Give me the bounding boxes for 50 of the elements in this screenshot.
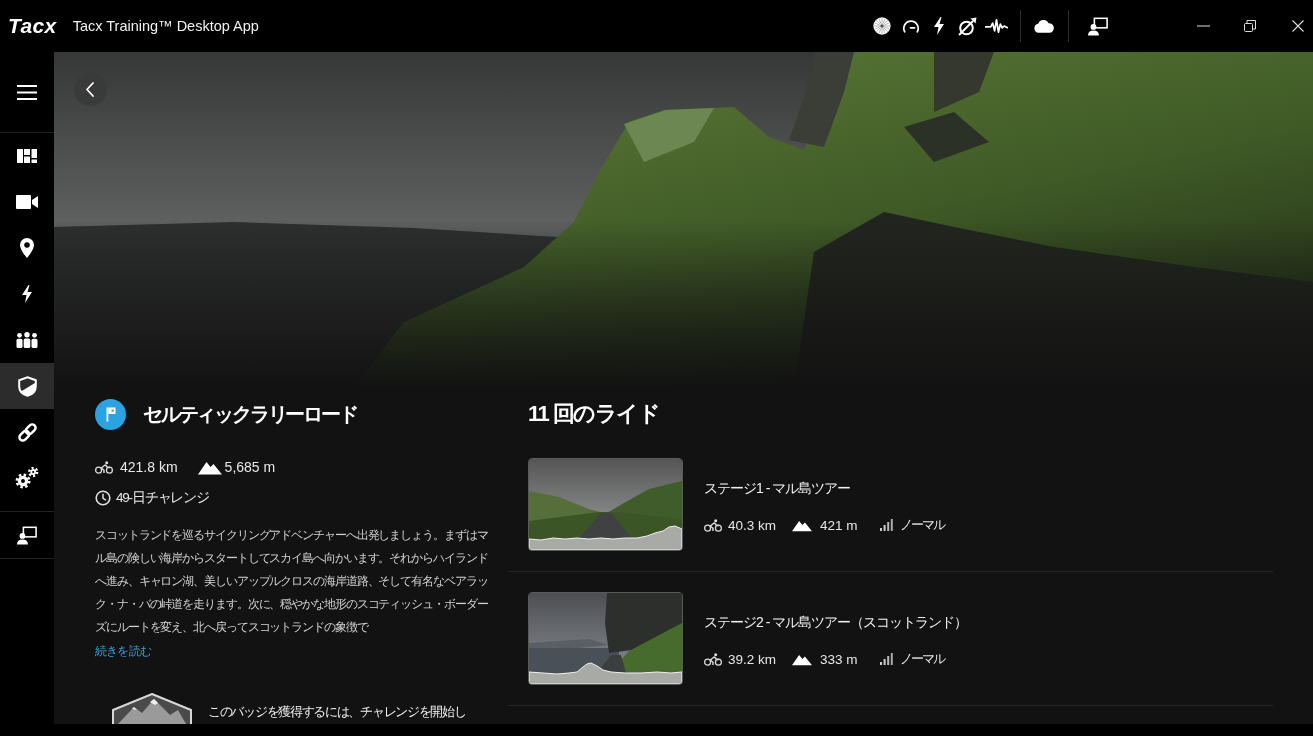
nav-item[interactable]: [0, 363, 54, 409]
read-more-link[interactable]: 続きを読む: [95, 641, 151, 661]
lightning-icon[interactable]: [933, 17, 945, 35]
cyclist-icon: [95, 460, 113, 474]
close-icon[interactable]: [1292, 20, 1304, 32]
difficulty-bars-icon: [879, 519, 893, 531]
hexagon-badge-icon: [112, 693, 192, 724]
ride-elevation: 421 m: [820, 517, 858, 533]
rides-heading: 11 回のライド: [528, 400, 660, 428]
menu-icon[interactable]: [17, 84, 37, 100]
chain-link-icon: [16, 421, 38, 443]
settings-icon: [15, 467, 39, 489]
mountain-icon: [197, 459, 222, 475]
ride-title[interactable]: ステージ1 - マル島ツアー: [704, 478, 851, 498]
cyclist-icon: [704, 518, 722, 532]
shield-icon: [17, 375, 37, 397]
group-icon: [16, 332, 38, 348]
lightning-icon: [21, 285, 33, 303]
flag-icon: [95, 398, 126, 430]
chevron-left-icon: [86, 82, 94, 97]
pulse-icon[interactable]: [985, 18, 1008, 34]
challenge-duration: 49-日チャレンジ: [116, 489, 209, 507]
restore-icon[interactable]: [1244, 20, 1256, 32]
circle-arrow-icon[interactable]: [957, 16, 977, 36]
cloud-icon[interactable]: [1034, 19, 1054, 33]
ride-difficulty: ノーマル: [899, 650, 944, 668]
badge-description: このバッジを獲得するには、チャレンジを開始し: [208, 703, 466, 721]
clock-icon: [95, 490, 111, 506]
cyclist-icon: [704, 652, 722, 666]
screen-person-icon[interactable]: [1088, 16, 1108, 36]
challenge-description: スコットランドを巡るサイクリングアドベンチャーへ出発しましょう。まずはマル島の険しい海岸からスタートしてスカイ島へ向かいます。それからハイランドへ進み、キャロン湖、美しいアップルクロスの海岸道路、そして有名なベアラック・ナ・バの峠道を走ります。次に、穏やかな地形のスコティッシュ・ボーダーズにルートを変え、北へ戻ってスコットランドの象徴で: [95, 527, 489, 636]
ride-distance: 39.2 km: [728, 651, 777, 667]
challenge-title: セルティックラリーロード: [143, 401, 357, 427]
challenge-distance: 421.8 km: [120, 459, 178, 475]
ride-title[interactable]: ステージ2 - マル島ツアー（スコットランド）: [704, 612, 968, 632]
video-camera-icon: [16, 195, 38, 209]
screen-person-icon: [17, 525, 37, 545]
ride-elevation: 333 m: [820, 651, 858, 667]
logo-text: Tacx: [8, 14, 57, 38]
gauge-icon[interactable]: [902, 18, 920, 34]
window-title: Tacx Training™ Desktop App: [72, 18, 259, 34]
ride-distance: 40.3 km: [728, 517, 777, 533]
challenge-elevation: 5,685 m: [224, 459, 276, 475]
sunburst-icon[interactable]: [873, 17, 891, 35]
mountain-icon: [792, 518, 813, 532]
mountain-icon: [792, 652, 813, 666]
ride-difficulty: ノーマル: [899, 516, 944, 534]
tiles-icon: [17, 149, 37, 163]
difficulty-bars-icon: [879, 653, 893, 665]
map-pin-icon: [20, 238, 34, 258]
